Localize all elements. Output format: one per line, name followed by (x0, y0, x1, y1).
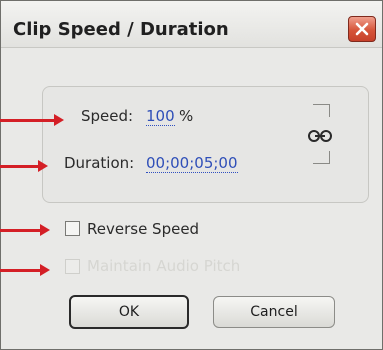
maintain-audio-pitch-checkbox (65, 259, 80, 274)
annotation-arrowhead-reverse-speed (40, 224, 50, 236)
clip-speed-duration-dialog: Clip Speed / Duration Speed: 100 % Durat… (0, 0, 383, 350)
close-button[interactable] (348, 16, 376, 42)
speed-label: Speed: (81, 107, 134, 125)
dialog-title: Clip Speed / Duration (13, 19, 229, 40)
reverse-speed-label[interactable]: Reverse Speed (87, 220, 199, 238)
annotation-arrow-maintain-pitch (0, 269, 42, 272)
annotation-arrowhead-maintain-pitch (40, 264, 50, 276)
cancel-button[interactable]: Cancel (213, 296, 335, 328)
chain-link-icon[interactable] (308, 129, 332, 143)
close-x-icon (355, 22, 369, 36)
title-bar[interactable]: Clip Speed / Duration (1, 1, 382, 48)
annotation-arrowhead-speed (54, 114, 64, 126)
speed-value[interactable]: 100 (146, 107, 175, 126)
annotation-arrowhead-duration (38, 160, 48, 172)
annotation-arrow-duration (0, 165, 40, 168)
link-bracket-bottom (313, 151, 330, 164)
maintain-audio-pitch-label: Maintain Audio Pitch (87, 257, 241, 275)
ok-button[interactable]: OK (69, 295, 189, 329)
annotation-arrow-speed (0, 119, 56, 122)
annotation-arrow-reverse-speed (0, 229, 42, 232)
link-bracket-top (313, 104, 330, 117)
speed-unit: % (179, 107, 194, 125)
reverse-speed-checkbox[interactable] (65, 221, 80, 236)
duration-value[interactable]: 00;00;05;00 (146, 154, 238, 173)
duration-label: Duration: (64, 154, 135, 172)
